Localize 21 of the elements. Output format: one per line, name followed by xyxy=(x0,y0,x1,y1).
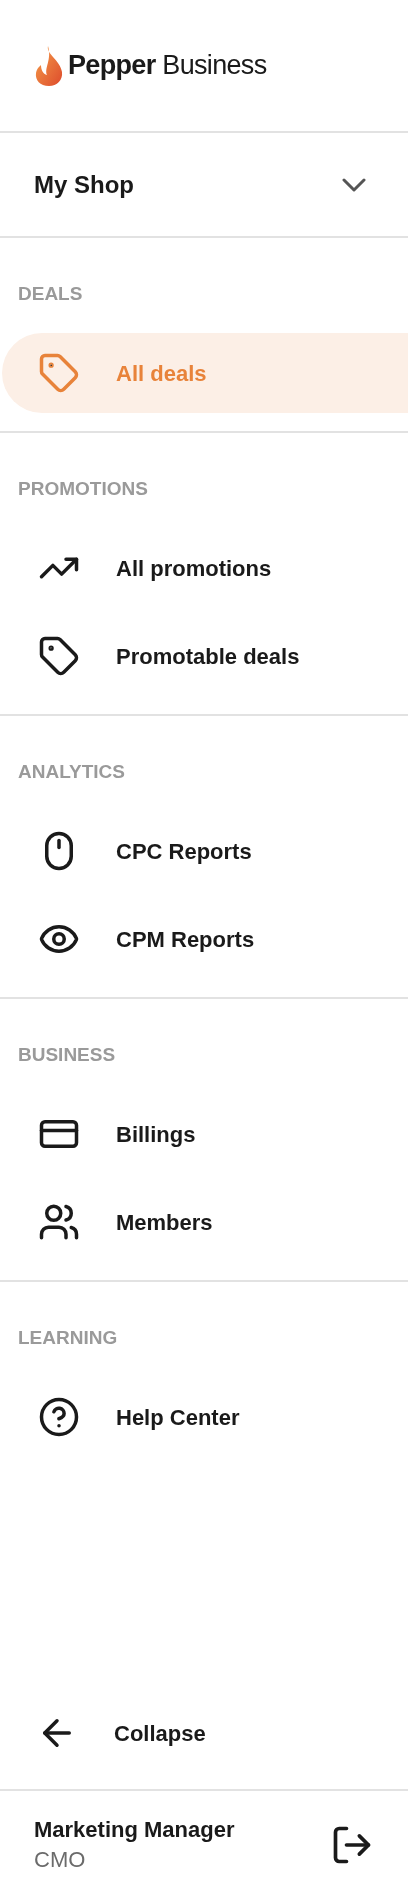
section-label: BUSINESS xyxy=(17,1045,117,1065)
nav-item[interactable]: Help Center xyxy=(2,1377,408,1457)
chevron-down-icon xyxy=(342,177,366,192)
section-label: LEARNING xyxy=(17,1328,119,1348)
tag-icon xyxy=(38,352,80,394)
help-icon xyxy=(38,1396,80,1438)
section-label: ANALYTICS xyxy=(17,762,126,782)
nav-item[interactable]: Billings xyxy=(2,1094,408,1174)
brand-name: Pepper Business xyxy=(68,49,267,83)
nav-item[interactable]: All promotions xyxy=(2,528,408,608)
user-role: CMO xyxy=(34,1845,87,1874)
nav-item[interactable]: CPM Reports xyxy=(2,899,408,979)
nav-item[interactable]: Promotable deals xyxy=(2,616,408,696)
section-label: PROMOTIONS xyxy=(17,479,149,499)
shop-selector[interactable]: My Shop xyxy=(0,133,408,238)
collapse-button[interactable]: Collapse xyxy=(0,1693,408,1773)
nav-item[interactable]: Members xyxy=(2,1182,408,1262)
nav-item[interactable]: CPC Reports xyxy=(2,811,408,891)
user-name: Marketing Manager xyxy=(34,1815,235,1844)
section-label: DEALS xyxy=(17,284,84,304)
tag-icon xyxy=(38,635,80,677)
